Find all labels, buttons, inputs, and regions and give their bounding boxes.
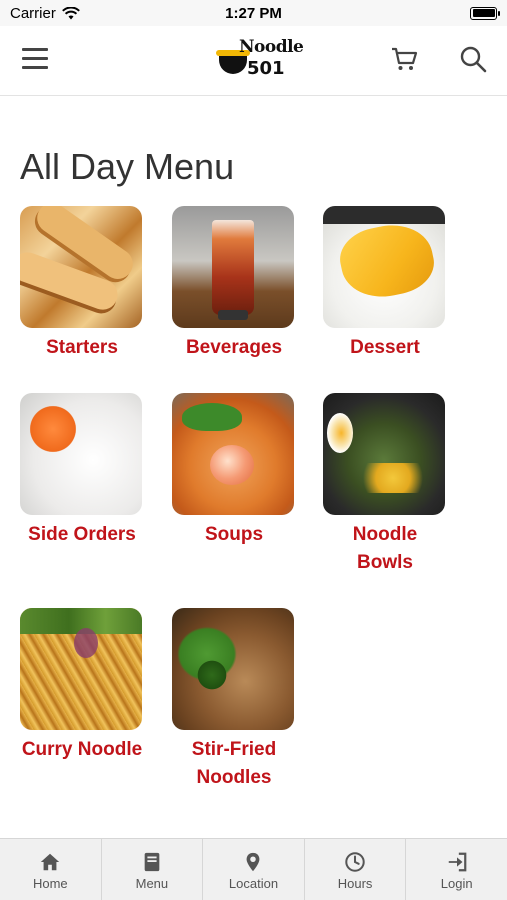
tab-label: Login [440,876,473,891]
category-label: Soups [204,524,264,545]
battery-icon [470,6,500,20]
tab-label: Menu [135,876,169,891]
beverages-image [172,206,294,328]
tab-label: Location [228,876,279,891]
app-header: Noodle 501 [0,26,507,96]
category-starters[interactable]: Starters [20,206,144,362]
tab-hours[interactable]: Hours [305,839,407,900]
category-label: Starters [46,337,118,358]
cart-icon [392,47,418,70]
dessert-image [323,206,445,328]
wifi-icon [61,6,80,19]
book-icon [144,852,160,872]
clock-icon [345,852,365,872]
tab-location[interactable]: Location [203,839,305,900]
tab-label: Home [32,876,68,891]
home-icon [41,853,60,871]
bottom-tab-bar: Home Menu Location Hours Login [0,838,507,900]
curry-noodle-image [20,608,142,730]
noodle-bowls-image [323,393,445,515]
category-beverages[interactable]: Beverages [172,206,296,362]
category-dessert[interactable]: Dessert [323,206,447,362]
logo-text-bottom: 501 [247,58,285,79]
restaurant-logo[interactable]: Noodle 501 [216,34,304,88]
tab-menu[interactable]: Menu [102,839,204,900]
status-bar: Carrier 1:27 PM [0,0,507,26]
tab-home[interactable]: Home [0,839,102,900]
cart-button[interactable] [389,44,419,74]
category-curry-noodle[interactable]: Curry Noodle [20,608,144,764]
category-stir-fried-noodles[interactable]: Stir-Fried Noodles [172,608,296,792]
search-button[interactable] [458,44,488,74]
starters-image [20,206,142,328]
carrier-label: Carrier [10,4,56,22]
tab-label: Hours [337,876,373,891]
side-orders-image [20,393,142,515]
hamburger-menu-button[interactable] [22,48,48,72]
bowl-icon [216,50,250,74]
category-label: Dessert [350,337,420,358]
location-pin-icon [247,852,260,872]
soups-image [172,393,294,515]
category-label: Noodle Bowls [352,524,418,573]
search-icon [460,46,487,73]
category-side-orders[interactable]: Side Orders [20,393,144,549]
category-noodle-bowls[interactable]: Noodle Bowls [323,393,447,577]
page-title: All Day Menu [20,146,235,187]
tab-login[interactable]: Login [406,839,507,900]
category-label: Beverages [185,337,283,358]
logo-text-top: Noodle [239,37,304,57]
category-label: Stir-Fried Noodles [191,739,277,788]
status-left: Carrier [10,5,80,22]
category-label: Side Orders [28,524,136,545]
login-icon [448,852,467,872]
category-soups[interactable]: Soups [172,393,296,549]
stir-fried-noodles-image [172,608,294,730]
category-label: Curry Noodle [21,739,143,760]
